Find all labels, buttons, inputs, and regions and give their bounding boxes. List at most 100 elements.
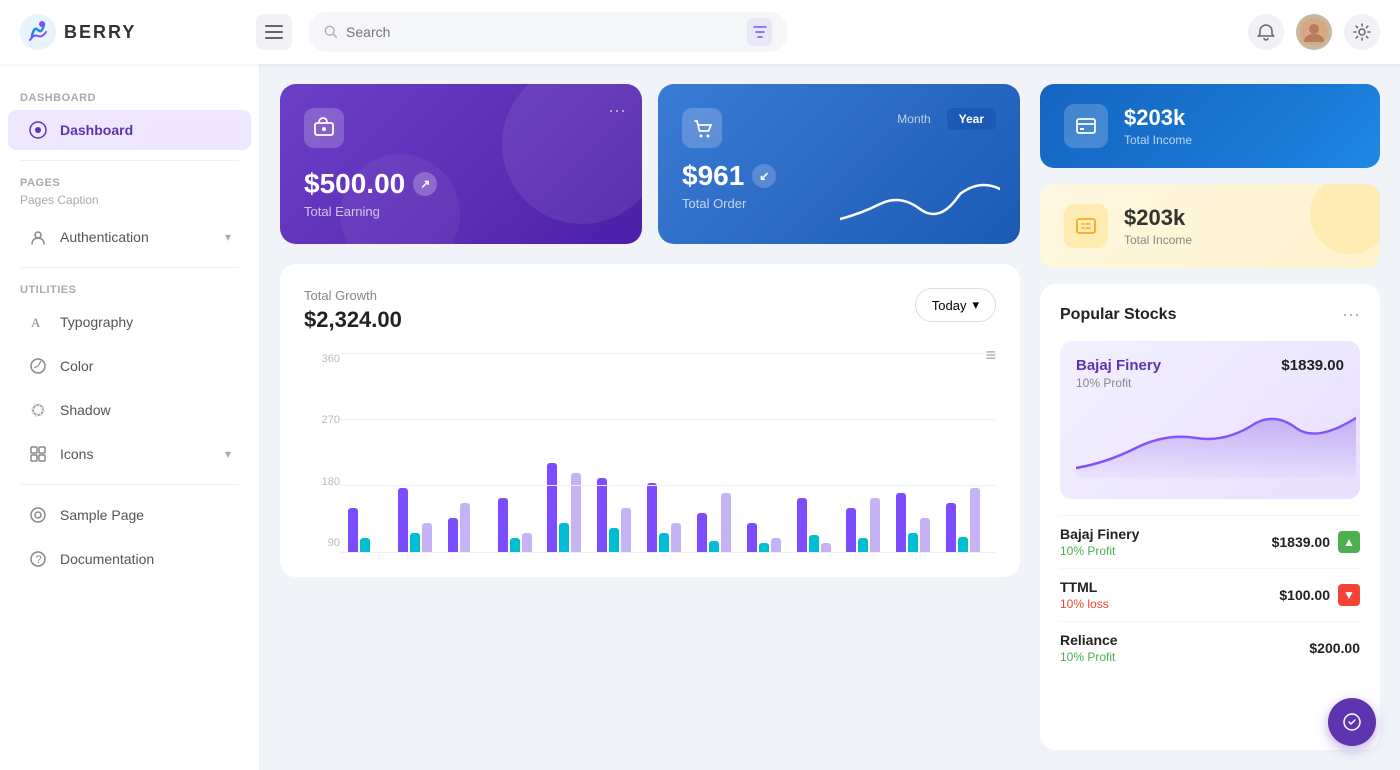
documentation-icon: ? bbox=[28, 549, 48, 569]
bar-light-purple bbox=[621, 508, 631, 553]
featured-stock-top: Bajaj Finery 10% Profit $1839.00 bbox=[1076, 357, 1344, 390]
sidebar-item-dashboard[interactable]: Dashboard bbox=[8, 110, 251, 150]
stock-loss-2: 10% loss bbox=[1060, 597, 1109, 611]
growth-title: Total Growth bbox=[304, 288, 402, 303]
bar-light-purple bbox=[671, 523, 681, 553]
user-avatar[interactable] bbox=[1296, 14, 1332, 50]
documentation-label: Documentation bbox=[60, 551, 154, 567]
filter-button[interactable] bbox=[747, 18, 772, 46]
stock-trend-up-1: ▲ bbox=[1338, 531, 1360, 553]
svg-text:A: A bbox=[31, 315, 41, 330]
order-trend-icon: ↙ bbox=[752, 164, 776, 188]
total-earning-card: ··· $500.00 ↗ Total Earning bbox=[280, 84, 642, 244]
app-name: BERRY bbox=[64, 22, 136, 43]
topbar-right bbox=[1248, 14, 1380, 50]
bar-purple bbox=[697, 513, 707, 553]
earning-card-menu[interactable]: ··· bbox=[608, 100, 626, 121]
earning-card-icon bbox=[304, 108, 344, 148]
dashboard-section-label: Dashboard bbox=[0, 84, 259, 108]
content-left: ··· $500.00 ↗ Total Earning bbox=[280, 84, 1020, 750]
bar-cyan bbox=[510, 538, 520, 553]
sidebar-item-authentication[interactable]: Authentication ▾ bbox=[8, 217, 251, 257]
menu-button[interactable] bbox=[256, 14, 292, 50]
income-blue-icon bbox=[1064, 104, 1108, 148]
stock-name-1: Bajaj Finery bbox=[1060, 526, 1139, 542]
stock-item-left-3: Reliance 10% Profit bbox=[1060, 632, 1118, 664]
sidebar-item-shadow[interactable]: Shadow bbox=[8, 390, 251, 430]
bar-light-purple bbox=[721, 493, 731, 553]
typography-label: Typography bbox=[60, 314, 133, 330]
bar-cyan bbox=[809, 535, 819, 553]
fab-button[interactable] bbox=[1328, 698, 1376, 746]
bar-light-purple bbox=[522, 533, 532, 553]
sidebar-divider-1 bbox=[20, 160, 239, 161]
y-label-270: 270 bbox=[304, 414, 340, 426]
total-order-card: Month Year $961 ↙ Total Order bbox=[658, 84, 1020, 244]
bar-group-11 bbox=[846, 498, 888, 553]
shadow-label: Shadow bbox=[60, 402, 111, 418]
authentication-icon bbox=[28, 227, 48, 247]
svg-text:?: ? bbox=[36, 554, 42, 566]
chevron-down-icon: ▾ bbox=[225, 230, 231, 244]
today-button[interactable]: Today ▾ bbox=[915, 288, 996, 322]
stock-price-1: $1839.00 bbox=[1272, 534, 1330, 550]
stock-name-3: Reliance bbox=[1060, 632, 1118, 648]
bar-cyan bbox=[410, 533, 420, 553]
search-input[interactable] bbox=[346, 24, 739, 40]
bar-light-purple bbox=[970, 488, 980, 553]
stock-list-item-2: TTML 10% loss $100.00 ▼ bbox=[1060, 568, 1360, 621]
search-bar[interactable] bbox=[308, 12, 788, 52]
stock-price-2: $100.00 bbox=[1279, 587, 1330, 603]
bar-purple bbox=[896, 493, 906, 553]
stock-profit-1: 10% Profit bbox=[1060, 544, 1139, 558]
income-card-blue: $203k Total Income bbox=[1040, 84, 1380, 168]
bar-purple bbox=[846, 508, 856, 553]
dashboard-icon bbox=[28, 120, 48, 140]
bar-group-13 bbox=[946, 488, 988, 553]
settings-button[interactable] bbox=[1344, 14, 1380, 50]
utilities-section-label: Utilities bbox=[0, 276, 259, 300]
featured-stock-profit: 10% Profit bbox=[1076, 376, 1161, 390]
sample-page-icon bbox=[28, 505, 48, 525]
income-yellow-info: $203k Total Income bbox=[1124, 205, 1192, 247]
bar-purple bbox=[647, 483, 657, 553]
sidebar-item-documentation[interactable]: ? Documentation bbox=[8, 539, 251, 579]
pages-section-label: Pages bbox=[0, 169, 259, 193]
month-tab[interactable]: Month bbox=[885, 108, 942, 130]
bell-button[interactable] bbox=[1248, 14, 1284, 50]
sample-page-label: Sample Page bbox=[60, 507, 144, 523]
topbar: BERRY bbox=[0, 0, 1400, 64]
stock-name-2: TTML bbox=[1060, 579, 1109, 595]
authentication-label: Authentication bbox=[60, 229, 149, 245]
today-chevron-icon: ▾ bbox=[972, 297, 979, 313]
color-icon bbox=[28, 356, 48, 376]
stock-item-right-2: $100.00 ▼ bbox=[1279, 584, 1360, 606]
sidebar-item-icons[interactable]: Icons ▾ bbox=[8, 434, 251, 474]
sidebar-item-typography[interactable]: A Typography bbox=[8, 302, 251, 342]
stock-item-right-1: $1839.00 ▲ bbox=[1272, 531, 1360, 553]
bar-light-purple bbox=[920, 518, 930, 553]
bar-purple bbox=[946, 503, 956, 553]
sidebar-item-color[interactable]: Color bbox=[8, 346, 251, 386]
pages-caption: Pages Caption bbox=[0, 193, 259, 215]
bar-group-7 bbox=[647, 483, 689, 553]
bar-cyan bbox=[908, 533, 918, 553]
y-label-180: 180 bbox=[304, 476, 340, 488]
icons-label: Icons bbox=[60, 446, 93, 462]
stocks-header: Popular Stocks ··· bbox=[1060, 304, 1360, 325]
stocks-menu-icon[interactable]: ··· bbox=[1342, 304, 1360, 325]
bar-group-8 bbox=[697, 493, 739, 553]
earning-label: Total Earning bbox=[304, 204, 618, 219]
sidebar-item-sample-page[interactable]: Sample Page bbox=[8, 495, 251, 535]
top-cards-row: ··· $500.00 ↗ Total Earning bbox=[280, 84, 1020, 244]
bar-light-purple bbox=[870, 498, 880, 553]
order-chart bbox=[840, 174, 1000, 234]
main-layout: Dashboard Dashboard Pages Pages Caption … bbox=[0, 64, 1400, 770]
bar-group-6 bbox=[597, 478, 639, 553]
bar-purple bbox=[398, 488, 408, 553]
stock-item-left-1: Bajaj Finery 10% Profit bbox=[1060, 526, 1139, 558]
color-label: Color bbox=[60, 358, 93, 374]
year-tab[interactable]: Year bbox=[947, 108, 996, 130]
stock-profit-3: 10% Profit bbox=[1060, 650, 1118, 664]
order-card-icon bbox=[682, 108, 722, 148]
